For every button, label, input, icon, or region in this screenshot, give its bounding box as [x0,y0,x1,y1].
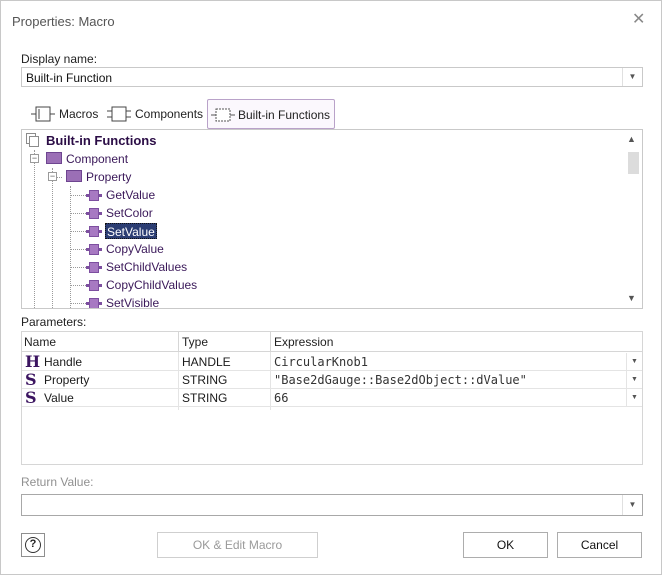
tree-line [70,303,86,304]
macro-icon [31,106,55,122]
tab-macros[interactable]: Macros [29,99,105,129]
parameters-label: Parameters: [21,315,87,329]
ok-button[interactable]: OK [463,532,548,558]
collapse-icon[interactable]: − [30,154,39,163]
display-name-value[interactable]: Built-in Function [26,71,112,85]
string-type-icon: S [25,388,37,407]
window-title: Properties: Macro [12,14,115,29]
macro-properties-dialog: Properties: Macro ✕ Display name: Built-… [0,0,662,575]
function-icon [86,298,102,308]
tree-line [70,186,71,308]
function-icon [86,244,102,255]
handle-type-icon: H [25,352,41,371]
parameters-header: Name Type Expression [22,332,642,352]
tab-macros-label: Macros [59,107,99,121]
tab-built-in-functions-label: Built-in Functions [238,108,331,122]
tree-node-property[interactable]: Property [86,169,131,185]
return-value-combo[interactable]: ▼ [21,494,643,516]
chevron-down-icon[interactable]: ▼ [622,68,642,86]
param-type: STRING [182,391,228,405]
folder-icon [46,152,62,164]
chevron-down-icon[interactable]: ▼ [626,371,642,388]
tab-components[interactable]: Components [107,99,207,129]
tree-line [70,285,86,286]
function-tree[interactable]: Built-in Functions − Component − Propert… [21,129,643,309]
table-row[interactable]: S Value STRING 66 ▼ [22,389,642,407]
chevron-down-icon[interactable]: ▼ [626,389,642,406]
title-bar: Properties: Macro ✕ [1,1,661,41]
function-icon [86,226,102,237]
return-value-label: Return Value: [21,475,94,489]
tree-item-getvalue[interactable]: GetValue [106,187,155,203]
tree-line [70,249,86,250]
tree-line [70,267,86,268]
param-expression[interactable]: 66 [274,391,288,405]
tree-line [70,195,86,196]
param-type: HANDLE [182,355,231,369]
tree-scrollbar[interactable]: ▲ ▼ [624,130,642,308]
builtin-function-icon [211,108,235,122]
display-name-label: Display name: [21,52,98,66]
folder-icon [66,170,82,182]
tree-item-setvisible[interactable]: SetVisible [106,295,159,308]
tree-line [70,231,86,232]
chevron-down-icon[interactable]: ▼ [626,353,642,370]
tree-root-built-in-functions[interactable]: Built-in Functions [46,133,156,149]
component-icon [107,106,131,122]
param-name: Value [44,391,74,405]
column-header-type[interactable]: Type [182,335,208,349]
scroll-down-icon[interactable]: ▼ [627,293,636,303]
chevron-down-icon[interactable]: ▼ [622,495,642,515]
parameters-grid: Name Type Expression H Handle HANDLE Cir… [21,331,643,465]
help-icon: ? [25,537,41,553]
column-header-name[interactable]: Name [24,335,56,349]
tree-line [34,150,35,308]
table-row[interactable]: S Property STRING "Base2dGauge::Base2dOb… [22,371,642,389]
string-type-icon: S [25,370,37,389]
tab-built-in-functions[interactable]: Built-in Functions [207,99,335,129]
tree-item-copyvalue[interactable]: CopyValue [106,241,164,257]
tree-item-setchildvalues[interactable]: SetChildValues [106,259,187,275]
param-name: Property [44,373,90,387]
tree-item-setcolor[interactable]: SetColor [106,205,153,221]
function-icon [86,262,102,273]
column-divider[interactable] [178,332,179,352]
column-divider[interactable] [270,332,271,352]
cancel-button[interactable]: Cancel [557,532,642,558]
function-icon [86,190,102,201]
tab-components-label: Components [135,107,204,121]
scroll-up-icon[interactable]: ▲ [627,134,636,144]
tree-item-setvalue-selected[interactable]: SetValue [105,223,157,239]
param-name: Handle [44,355,83,369]
table-row[interactable]: H Handle HANDLE CircularKnob1 ▼ [22,353,642,371]
display-name-combo[interactable]: Built-in Function ▼ [21,67,643,87]
close-icon[interactable]: ✕ [632,12,645,28]
built-in-functions-icon [26,133,42,149]
scrollbar-thumb[interactable] [628,152,639,174]
ok-edit-macro-button[interactable]: OK & Edit Macro [157,532,318,558]
tree-item-copychildvalues[interactable]: CopyChildValues [106,277,197,293]
tree-line [70,213,86,214]
collapse-icon[interactable]: − [48,172,57,181]
tree-node-component[interactable]: Component [66,151,128,167]
column-header-expression[interactable]: Expression [274,335,333,349]
tree-line [52,168,53,308]
help-button[interactable]: ? [21,533,45,557]
function-icon [86,208,102,219]
param-expression[interactable]: "Base2dGauge::Base2dObject::dValue" [274,373,527,387]
function-icon [86,280,102,291]
param-type: STRING [182,373,228,387]
param-expression[interactable]: CircularKnob1 [274,355,368,369]
